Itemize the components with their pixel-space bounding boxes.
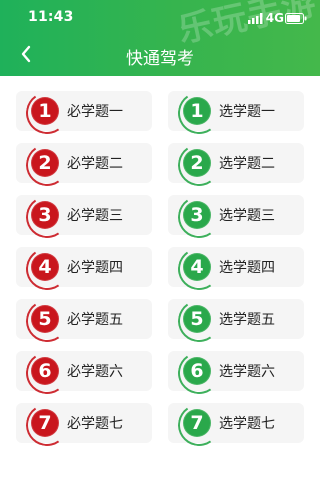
required-set-3-label: 必学题三 — [67, 208, 123, 224]
optional-set-5-number: 5 — [190, 308, 204, 330]
required-set-7-label: 必学题七 — [67, 416, 123, 432]
optional-set-4-label: 选学题四 — [219, 260, 275, 276]
required-set-5-number: 5 — [38, 308, 52, 330]
optional-set-3-number: 3 — [190, 204, 204, 226]
battery-icon — [285, 13, 307, 24]
number-badge-icon: 7 — [31, 409, 59, 437]
optional-set-1-number: 1 — [190, 100, 204, 122]
required-set-6-number: 6 — [38, 360, 52, 382]
number-badge-icon: 6 — [31, 357, 59, 385]
number-badge-icon: 3 — [31, 201, 59, 229]
number-badge-icon: 1 — [183, 97, 211, 125]
app-header: 11:43 4G 快通驾考 乐玩手游 — [0, 0, 320, 76]
question-category-grid: 1 必学题一 1 选学题一 2 必学题二 2 选学题二 3 必学题三 3 选学题… — [16, 91, 304, 443]
required-set-2-label: 必学题二 — [67, 156, 123, 172]
optional-set-5-label: 选学题五 — [219, 312, 275, 328]
number-badge-icon: 3 — [183, 201, 211, 229]
number-badge-icon: 4 — [183, 253, 211, 281]
optional-set-1-card[interactable]: 1 选学题一 — [168, 91, 304, 131]
number-badge-icon: 1 — [31, 97, 59, 125]
required-set-4-label: 必学题四 — [67, 260, 123, 276]
required-set-7-number: 7 — [38, 412, 52, 434]
required-set-4-card[interactable]: 4 必学题四 — [16, 247, 152, 287]
optional-set-7-number: 7 — [190, 412, 204, 434]
number-badge-icon: 4 — [31, 253, 59, 281]
optional-set-4-card[interactable]: 4 选学题四 — [168, 247, 304, 287]
optional-set-2-number: 2 — [190, 152, 204, 174]
optional-set-6-number: 6 — [190, 360, 204, 382]
required-set-2-card[interactable]: 2 必学题二 — [16, 143, 152, 183]
optional-set-4-number: 4 — [190, 256, 204, 278]
number-badge-icon: 5 — [183, 305, 211, 333]
number-badge-icon: 5 — [31, 305, 59, 333]
status-bar: 11:43 4G — [0, 0, 320, 34]
navigation-bar: 快通驾考 — [0, 38, 320, 76]
number-badge-icon: 2 — [183, 149, 211, 177]
required-set-6-label: 必学题六 — [67, 364, 123, 380]
optional-set-2-card[interactable]: 2 选学题二 — [168, 143, 304, 183]
optional-set-6-card[interactable]: 6 选学题六 — [168, 351, 304, 391]
required-set-5-card[interactable]: 5 必学题五 — [16, 299, 152, 339]
signal-icon — [248, 13, 263, 24]
optional-set-2-label: 选学题二 — [219, 156, 275, 172]
required-set-6-card[interactable]: 6 必学题六 — [16, 351, 152, 391]
page-title: 快通驾考 — [126, 49, 194, 69]
optional-set-1-label: 选学题一 — [219, 104, 275, 120]
optional-set-7-card[interactable]: 7 选学题七 — [168, 403, 304, 443]
required-set-5-label: 必学题五 — [67, 312, 123, 328]
optional-set-5-card[interactable]: 5 选学题五 — [168, 299, 304, 339]
required-set-1-label: 必学题一 — [67, 104, 123, 120]
optional-set-3-card[interactable]: 3 选学题三 — [168, 195, 304, 235]
required-set-4-number: 4 — [38, 256, 52, 278]
required-set-1-number: 1 — [38, 100, 52, 122]
status-time: 11:43 — [28, 9, 74, 25]
required-set-7-card[interactable]: 7 必学题七 — [16, 403, 152, 443]
number-badge-icon: 7 — [183, 409, 211, 437]
required-set-3-number: 3 — [38, 204, 52, 226]
number-badge-icon: 2 — [31, 149, 59, 177]
number-badge-icon: 6 — [183, 357, 211, 385]
optional-set-3-label: 选学题三 — [219, 208, 275, 224]
required-set-2-number: 2 — [38, 152, 52, 174]
optional-set-6-label: 选学题六 — [219, 364, 275, 380]
required-set-1-card[interactable]: 1 必学题一 — [16, 91, 152, 131]
required-set-3-card[interactable]: 3 必学题三 — [16, 195, 152, 235]
optional-set-7-label: 选学题七 — [219, 416, 275, 432]
network-type: 4G — [265, 11, 284, 25]
